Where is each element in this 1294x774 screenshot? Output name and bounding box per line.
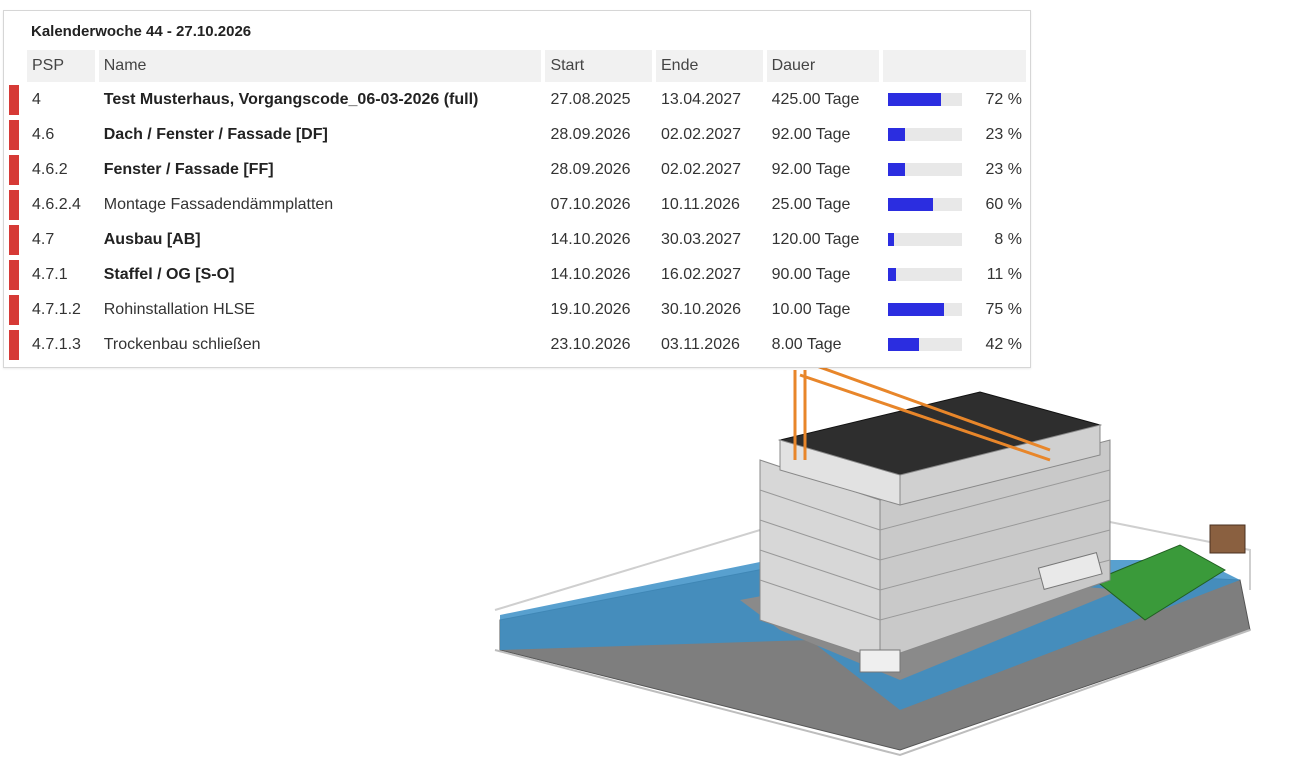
row-duration: 8.00 Tage <box>771 335 842 353</box>
row-progress-label: 42 % <box>985 335 1022 353</box>
row-end: 10.11.2026 <box>661 195 740 213</box>
column-header-duration[interactable]: Dauer <box>766 50 884 82</box>
row-status-marker <box>9 82 27 117</box>
row-status-marker <box>9 152 27 187</box>
column-header-start[interactable]: Start <box>545 50 656 82</box>
row-duration: 10.00 Tage <box>771 300 851 318</box>
row-progress-label: 72 % <box>985 90 1022 108</box>
row-duration: 25.00 Tage <box>771 195 851 213</box>
row-end: 30.10.2026 <box>661 300 742 318</box>
column-header-end[interactable]: Ende <box>656 50 767 82</box>
progress-fill <box>888 198 933 211</box>
table-row[interactable]: 4.6.2.4 Montage Fassadendämmplatten 07.10.… <box>9 187 1030 222</box>
row-progress-bar <box>883 327 976 362</box>
row-name: Montage Fassadendämmplatten <box>103 195 334 213</box>
table-row[interactable]: 4.7.1.2 Rohinstallation HLSE 19.10.2026 30.… <box>9 292 1030 327</box>
row-status-marker <box>9 222 27 257</box>
table-row[interactable]: 4.7 Ausbau [AB] 14.10.2026 30.03.2027 120.00… <box>9 222 1030 257</box>
row-duration: 425.00 Tage <box>771 90 860 108</box>
schedule-table: PSP Name Start Ende Dauer 4 Test Musterha… <box>9 50 1030 362</box>
row-psp: 4.7.1 <box>32 265 68 283</box>
row-psp: 4 <box>32 90 41 108</box>
row-end: 02.02.2027 <box>661 160 742 178</box>
progress-fill <box>888 233 895 246</box>
row-start: 14.10.2026 <box>550 265 631 283</box>
row-psp: 4.6.2 <box>32 160 68 178</box>
row-duration: 92.00 Tage <box>771 125 851 143</box>
row-progress-bar <box>883 222 976 257</box>
progress-fill <box>888 303 944 316</box>
row-duration: 92.00 Tage <box>771 160 851 178</box>
row-end: 13.04.2027 <box>661 90 742 108</box>
vehicle <box>859 649 901 673</box>
row-duration: 90.00 Tage <box>771 265 851 283</box>
table-row[interactable]: 4 Test Musterhaus, Vorgangscode_06-03-202… <box>9 82 1030 117</box>
table-body: 4 Test Musterhaus, Vorgangscode_06-03-202… <box>9 82 1030 362</box>
row-progress-bar <box>883 152 976 187</box>
column-header-psp[interactable]: PSP <box>27 50 99 82</box>
row-start: 07.10.2026 <box>550 195 631 213</box>
row-end: 30.03.2027 <box>661 230 742 248</box>
row-end: 03.11.2026 <box>661 335 740 353</box>
row-start: 14.10.2026 <box>550 230 631 248</box>
row-name: Rohinstallation HLSE <box>103 300 255 318</box>
header-marker-spacer <box>9 50 27 82</box>
panel-title: Kalenderwoche 44 - 27.10.2026 <box>31 23 252 40</box>
row-status-marker <box>9 292 27 327</box>
schedule-panel: Kalenderwoche 44 - 27.10.2026 PSP Name S… <box>3 10 1031 368</box>
progress-fill <box>888 338 920 351</box>
row-progress-label: 11 % <box>986 265 1022 283</box>
table-row[interactable]: 4.6.2 Fenster / Fassade [FF] 28.09.2026 02.… <box>9 152 1030 187</box>
row-start: 27.08.2025 <box>550 90 631 108</box>
row-duration: 120.00 Tage <box>771 230 860 248</box>
row-progress-label: 8 % <box>994 230 1022 248</box>
row-progress-bar <box>883 292 976 327</box>
progress-fill <box>888 163 906 176</box>
row-status-marker <box>9 257 27 292</box>
row-start: 28.09.2026 <box>550 125 631 143</box>
row-end: 02.02.2027 <box>661 125 742 143</box>
row-progress-bar <box>883 187 976 222</box>
site-sign <box>1209 524 1246 554</box>
row-progress-label: 23 % <box>985 125 1022 143</box>
row-end: 16.02.2027 <box>661 265 742 283</box>
row-name: Dach / Fenster / Fassade [DF] <box>103 125 328 143</box>
row-progress-label: 60 % <box>985 195 1022 213</box>
construction-site-3d-model <box>494 358 1251 757</box>
row-status-marker <box>9 187 27 222</box>
row-start: 19.10.2026 <box>550 300 631 318</box>
row-name: Ausbau [AB] <box>103 230 201 248</box>
row-status-marker <box>9 327 27 362</box>
row-status-marker <box>9 117 27 152</box>
table-row[interactable]: 4.7.1 Staffel / OG [S-O] 14.10.2026 16.02.2… <box>9 257 1030 292</box>
row-name: Fenster / Fassade [FF] <box>103 160 274 178</box>
row-progress-bar <box>883 257 976 292</box>
row-psp: 4.7.1.2 <box>32 300 81 318</box>
row-start: 23.10.2026 <box>550 335 631 353</box>
row-psp: 4.7 <box>32 230 55 248</box>
progress-fill <box>888 93 942 106</box>
table-row[interactable]: 4.7.1.3 Trockenbau schließen 23.10.2026 03.… <box>9 327 1030 362</box>
row-progress-label: 75 % <box>985 300 1022 318</box>
row-progress-bar <box>883 117 976 152</box>
row-start: 28.09.2026 <box>550 160 631 178</box>
row-progress-bar <box>883 82 976 117</box>
row-psp: 4.7.1.3 <box>32 335 81 353</box>
progress-fill <box>888 268 897 281</box>
progress-fill <box>888 128 906 141</box>
row-psp: 4.6.2.4 <box>32 195 81 213</box>
table-row[interactable]: 4.6 Dach / Fenster / Fassade [DF] 28.09.20… <box>9 117 1030 152</box>
column-header-progress <box>883 50 1030 82</box>
row-name: Trockenbau schließen <box>103 335 261 353</box>
row-psp: 4.6 <box>32 125 55 143</box>
table-header-row: PSP Name Start Ende Dauer <box>9 50 1030 82</box>
column-header-name[interactable]: Name <box>98 50 546 82</box>
row-progress-label: 23 % <box>985 160 1022 178</box>
row-name: Test Musterhaus, Vorgangscode_06-03-2026… <box>103 90 479 108</box>
row-name: Staffel / OG [S-O] <box>103 265 235 283</box>
